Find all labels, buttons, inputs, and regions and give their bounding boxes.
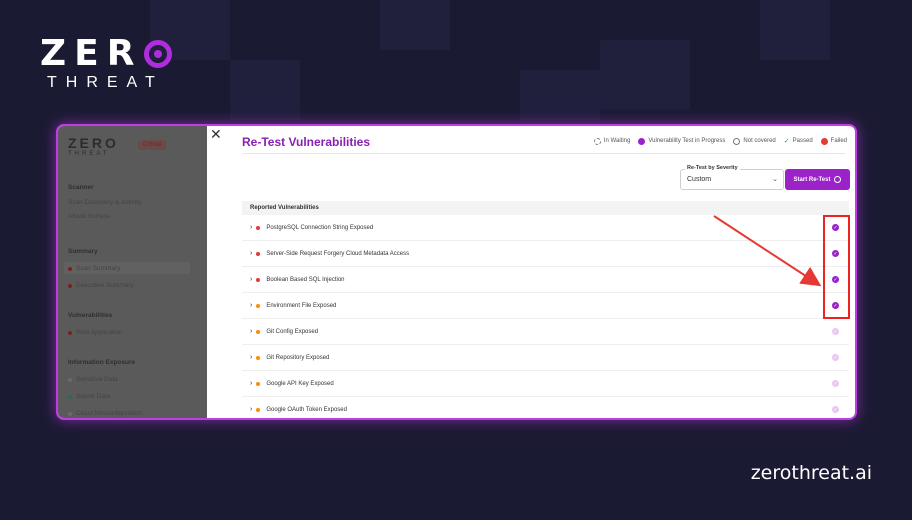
annotation-arrow-icon [713, 215, 822, 287]
domain-label: zerothreat.ai [750, 462, 872, 484]
